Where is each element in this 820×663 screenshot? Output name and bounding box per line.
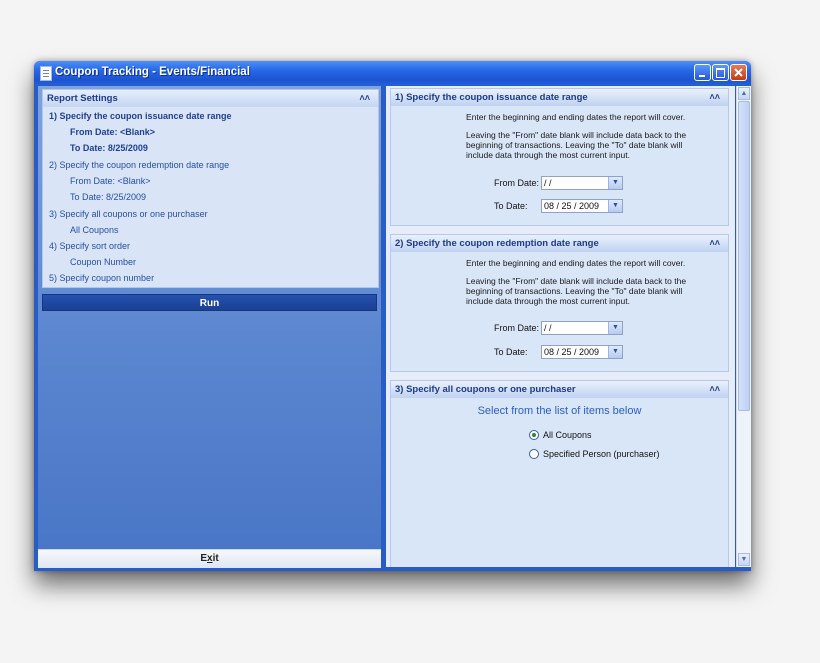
dropdown-arrow-icon[interactable]: ▼ (608, 322, 622, 334)
issuance-panel-header[interactable]: 1) Specify the coupon issuance date rang… (391, 89, 728, 106)
setting-item-coupon-number[interactable]: 5) Specify coupon number (49, 273, 154, 283)
to-date-label: To Date: (494, 201, 528, 211)
coupon-panel-header[interactable]: 3) Specify all coupons or one purchaser … (391, 381, 728, 398)
setting-item-issuance[interactable]: 1) Specify the coupon issuance date rang… (49, 111, 232, 121)
setting-coupons-value[interactable]: All Coupons (70, 225, 119, 235)
maximize-button[interactable] (712, 64, 729, 81)
coupon-panel-title: 3) Specify all coupons or one purchaser (395, 384, 576, 395)
to-date-value: 08 / 25 / 2009 (544, 347, 600, 357)
scroll-thumb[interactable] (738, 101, 750, 411)
redemption-date-panel: 2) Specify the coupon redemption date ra… (390, 234, 729, 372)
select-prompt: Select from the list of items below (477, 405, 642, 417)
to-date-picker[interactable]: 08 / 25 / 2009 ▼ (541, 345, 623, 359)
redemption-panel-title: 2) Specify the coupon redemption date ra… (395, 238, 599, 249)
collapse-chevron-icon[interactable]: ˄˄ (709, 89, 720, 106)
all-coupons-label[interactable]: All Coupons (543, 430, 592, 440)
report-settings-panel: Report Settings ˄˄ 1) Specify the coupon… (42, 89, 379, 288)
instruction-text: beginning of transactions. Leaving the "… (466, 140, 683, 150)
instruction-text: Enter the beginning and ending dates the… (466, 258, 686, 268)
instruction-text: Leaving the "From" date blank will inclu… (466, 276, 687, 286)
coupon-purchaser-panel: 3) Specify all coupons or one purchaser … (390, 380, 729, 567)
redemption-panel-header[interactable]: 2) Specify the coupon redemption date ra… (391, 235, 728, 252)
setting-issuance-to[interactable]: To Date: 8/25/2009 (70, 143, 148, 153)
collapse-chevron-icon[interactable]: ˄˄ (709, 235, 720, 252)
all-coupons-radio[interactable] (529, 430, 539, 440)
report-settings-header[interactable]: Report Settings ˄˄ (43, 90, 378, 107)
run-button[interactable]: Run (42, 294, 377, 311)
from-date-label: From Date: (494, 323, 540, 333)
report-settings-title: Report Settings (47, 93, 118, 104)
setting-sort-value[interactable]: Coupon Number (70, 257, 136, 267)
instruction-text: Enter the beginning and ending dates the… (466, 112, 686, 122)
to-date-value: 08 / 25 / 2009 (544, 201, 600, 211)
instruction-text: beginning of transactions. Leaving the "… (466, 286, 683, 296)
exit-label-end: it (212, 553, 219, 564)
window-title: Coupon Tracking - Events/Financial (55, 66, 250, 78)
exit-label-start: E (200, 553, 207, 564)
to-date-label: To Date: (494, 347, 528, 357)
coupon-tracking-window: Coupon Tracking - Events/Financial Repor… (34, 61, 751, 571)
minimize-button[interactable] (694, 64, 711, 81)
setting-item-coupons[interactable]: 3) Specify all coupons or one purchaser (49, 209, 208, 219)
instruction-text: include data through the most current in… (466, 296, 630, 306)
collapse-chevron-icon[interactable]: ˄˄ (359, 90, 370, 107)
collapse-chevron-icon[interactable]: ˄˄ (709, 381, 720, 398)
dropdown-arrow-icon[interactable]: ▼ (608, 200, 622, 212)
setting-redemption-from[interactable]: From Date: <Blank> (70, 176, 151, 186)
specified-person-radio[interactable] (529, 449, 539, 459)
right-pane: 1) Specify the coupon issuance date rang… (386, 86, 735, 567)
to-date-picker[interactable]: 08 / 25 / 2009 ▼ (541, 199, 623, 213)
issuance-panel-title: 1) Specify the coupon issuance date rang… (395, 92, 588, 103)
scroll-down-icon[interactable]: ▼ (738, 553, 750, 566)
close-button[interactable] (730, 64, 747, 81)
setting-redemption-to[interactable]: To Date: 8/25/2009 (70, 192, 146, 202)
instruction-text: include data through the most current in… (466, 150, 630, 160)
from-date-label: From Date: (494, 178, 540, 188)
instruction-text: Leaving the "From" date blank will inclu… (466, 130, 687, 140)
from-date-picker[interactable]: / / ▼ (541, 176, 623, 190)
document-icon (40, 66, 52, 81)
issuance-date-panel: 1) Specify the coupon issuance date rang… (390, 88, 729, 226)
left-pane: Report Settings ˄˄ 1) Specify the coupon… (38, 86, 381, 568)
from-date-value: / / (544, 323, 552, 333)
setting-item-redemption[interactable]: 2) Specify the coupon redemption date ra… (49, 160, 229, 170)
dropdown-arrow-icon[interactable]: ▼ (608, 346, 622, 358)
setting-issuance-from[interactable]: From Date: <Blank> (70, 127, 155, 137)
vertical-scrollbar[interactable]: ▲ ▼ (736, 86, 751, 567)
title-bar[interactable]: Coupon Tracking - Events/Financial (34, 61, 751, 85)
from-date-value: / / (544, 178, 552, 188)
from-date-picker[interactable]: / / ▼ (541, 321, 623, 335)
specified-person-label[interactable]: Specified Person (purchaser) (543, 449, 660, 459)
close-icon (734, 68, 743, 77)
scroll-up-icon[interactable]: ▲ (738, 87, 750, 100)
dropdown-arrow-icon[interactable]: ▼ (608, 177, 622, 189)
setting-item-sort[interactable]: 4) Specify sort order (49, 241, 130, 251)
exit-button[interactable]: Exit (38, 549, 381, 568)
